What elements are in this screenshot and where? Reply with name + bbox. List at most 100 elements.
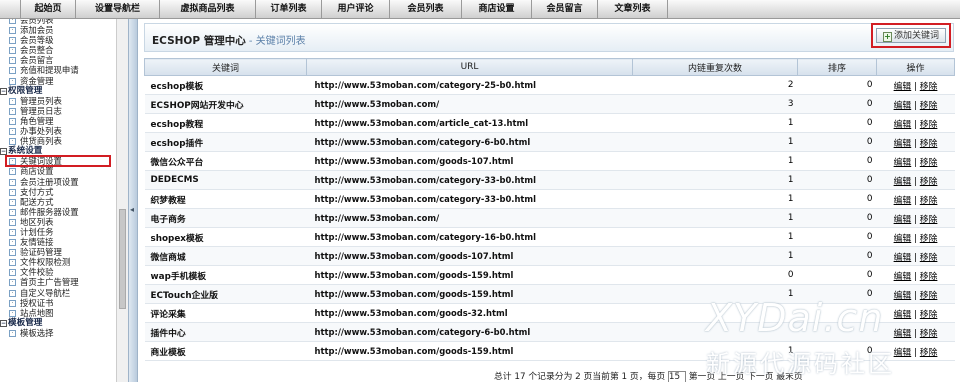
nav-tab[interactable]: 虚拟商品列表	[160, 0, 256, 18]
remove-link[interactable]: 移除	[920, 310, 938, 320]
edit-link[interactable]: 编辑	[894, 139, 912, 149]
nav-tab[interactable]: 起始页	[20, 0, 76, 18]
sidebar-item[interactable]: · 商店设置	[0, 166, 116, 176]
sidebar-item[interactable]: · 地区列表	[0, 217, 116, 227]
nav-tab[interactable]: 设置导航栏	[76, 0, 160, 18]
sidebar-item[interactable]: · 会员留言	[0, 55, 116, 65]
add-keyword-button[interactable]: + 添加关键词	[876, 28, 946, 43]
remove-link[interactable]: 移除	[920, 253, 938, 263]
sidebar-item[interactable]: · 授权证书	[0, 298, 116, 308]
sidebar-item[interactable]: · 资金管理	[0, 76, 116, 86]
edit-link[interactable]: 编辑	[894, 348, 912, 358]
sidebar-item[interactable]: · 自定义导航栏	[0, 288, 116, 298]
order-cell[interactable]: 0	[797, 75, 877, 95]
sidebar-item[interactable]: · 会员注册项设置	[0, 177, 116, 187]
nav-tab[interactable]: 文章列表	[598, 0, 668, 18]
sidebar-item[interactable]: · 文件校验	[0, 267, 116, 277]
sidebar-item[interactable]: · 供货商列表	[0, 136, 116, 146]
edit-link[interactable]: 编辑	[894, 310, 912, 320]
sidebar-item[interactable]: · 模板选择	[0, 328, 116, 338]
order-cell[interactable]: 0	[797, 265, 877, 285]
sidebar-item[interactable]: · 充值和提现申请	[0, 65, 116, 75]
remove-link[interactable]: 移除	[920, 234, 938, 244]
edit-link[interactable]: 编辑	[894, 101, 912, 111]
sidebar-item[interactable]: · 配送方式	[0, 197, 116, 207]
sidebar-group-header[interactable]: − 系统设置	[0, 146, 116, 156]
order-cell[interactable]	[797, 303, 877, 323]
remove-link[interactable]: 移除	[920, 120, 938, 130]
sidebar-collapse-handle[interactable]: ◂	[128, 19, 138, 382]
remove-link[interactable]: 移除	[920, 196, 938, 206]
sidebar-item[interactable]: · 友情链接	[0, 237, 116, 247]
edit-link[interactable]: 编辑	[894, 215, 912, 225]
sidebar-scroll-thumb[interactable]	[119, 209, 126, 309]
remove-link[interactable]: 移除	[920, 348, 938, 358]
nav-tab[interactable]: 会员留言	[532, 0, 598, 18]
edit-link[interactable]: 编辑	[894, 234, 912, 244]
remove-link[interactable]: 移除	[920, 139, 938, 149]
sidebar-item[interactable]: · 验证码管理	[0, 247, 116, 257]
order-cell[interactable]: 0	[797, 246, 877, 266]
order-cell[interactable]: 0	[797, 227, 877, 247]
order-cell[interactable]: 0	[797, 113, 877, 133]
remove-link[interactable]: 移除	[920, 101, 938, 111]
remove-link[interactable]: 移除	[920, 177, 938, 187]
sidebar-item[interactable]: · 站点地图	[0, 308, 116, 318]
remove-link[interactable]: 移除	[920, 82, 938, 92]
order-cell[interactable]: 0	[797, 341, 877, 361]
col-header-url[interactable]: URL	[306, 58, 633, 76]
sidebar-item-label: 文件权限检测	[20, 257, 71, 268]
remove-link[interactable]: 移除	[920, 272, 938, 282]
nav-tab[interactable]: 商店设置	[462, 0, 532, 18]
sidebar-item[interactable]: · 办事处列表	[0, 126, 116, 136]
col-header-repeat[interactable]: 内链重复次数	[632, 58, 798, 76]
sidebar-scrollbar[interactable]	[116, 19, 128, 382]
pager-links[interactable]: 第一页 上一页 下一页 最末页	[689, 372, 803, 382]
nav-tab[interactable]: 订单列表	[256, 0, 322, 18]
col-header-order[interactable]: 排序	[797, 58, 877, 76]
keyword-cell: 插件中心	[144, 322, 307, 342]
edit-link[interactable]: 编辑	[894, 272, 912, 282]
sidebar-item[interactable]: · 管理员列表	[0, 96, 116, 106]
col-header-keyword[interactable]: 关键词	[144, 58, 307, 76]
order-cell[interactable]: 0	[797, 94, 877, 114]
edit-link[interactable]: 编辑	[894, 253, 912, 263]
sidebar-item[interactable]: · 角色管理	[0, 116, 116, 126]
sidebar-item[interactable]: · 添加会员	[0, 25, 116, 35]
order-cell[interactable]	[797, 322, 877, 342]
order-cell[interactable]: 0	[797, 170, 877, 190]
order-cell[interactable]: 0	[797, 208, 877, 228]
edit-link[interactable]: 编辑	[894, 196, 912, 206]
sidebar-item-label: 办事处列表	[20, 126, 62, 137]
order-cell[interactable]: 0	[797, 132, 877, 152]
edit-link[interactable]: 编辑	[894, 120, 912, 130]
edit-link[interactable]: 编辑	[894, 158, 912, 168]
remove-link[interactable]: 移除	[920, 291, 938, 301]
order-cell[interactable]: 0	[797, 151, 877, 171]
sidebar-item[interactable]: · 会员整合	[0, 45, 116, 55]
remove-link[interactable]: 移除	[920, 158, 938, 168]
repeat-cell: 3	[632, 94, 798, 114]
edit-link[interactable]: 编辑	[894, 291, 912, 301]
sidebar-item[interactable]: · 会员等级	[0, 35, 116, 45]
edit-link[interactable]: 编辑	[894, 82, 912, 92]
sidebar-item[interactable]: · 支付方式	[0, 187, 116, 197]
remove-link[interactable]: 移除	[920, 329, 938, 339]
sidebar-group-header[interactable]: − 模板管理	[0, 318, 116, 328]
sidebar-item-active[interactable]: · 关键词设置	[5, 155, 111, 168]
edit-link[interactable]: 编辑	[894, 329, 912, 339]
remove-link[interactable]: 移除	[920, 215, 938, 225]
order-cell[interactable]: 0	[797, 189, 877, 209]
nav-tab[interactable]: 会员列表	[390, 0, 462, 18]
sidebar-item[interactable]: · 文件权限检测	[0, 257, 116, 267]
sidebar-group-header[interactable]: − 权限管理	[0, 86, 116, 96]
nav-tab[interactable]: 用户评论	[322, 0, 390, 18]
sidebar-item[interactable]: · 首页主广告管理	[0, 277, 116, 287]
sidebar-item[interactable]: · 管理员日志	[0, 106, 116, 116]
sidebar-item[interactable]: · 邮件服务器设置	[0, 207, 116, 217]
sidebar-item[interactable]: · 计划任务	[0, 227, 116, 237]
edit-link[interactable]: 编辑	[894, 177, 912, 187]
order-cell[interactable]: 0	[797, 284, 877, 304]
collapse-arrow-icon[interactable]: ◂	[130, 205, 134, 214]
per-page-input[interactable]: 15	[667, 370, 686, 382]
